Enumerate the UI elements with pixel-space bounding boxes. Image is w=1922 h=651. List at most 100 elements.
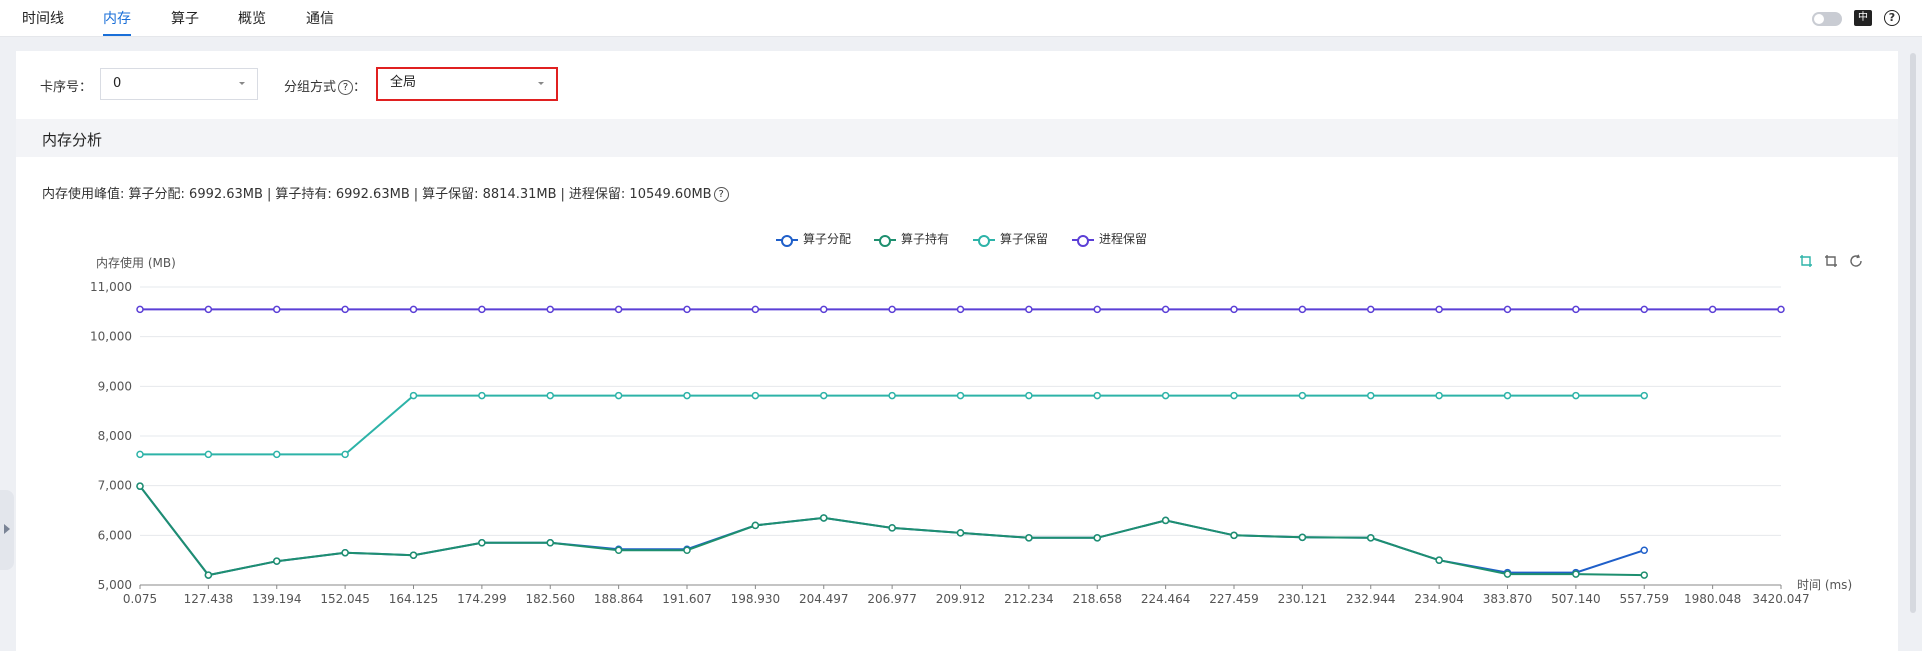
series-point-3 xyxy=(1025,305,1033,314)
x-tick-label: 198.930 xyxy=(731,592,781,606)
x-tick-label: 230.121 xyxy=(1278,592,1328,606)
x-axis-label: 时间 (ms) xyxy=(1797,578,1852,592)
series-point-2 xyxy=(546,391,554,400)
x-tick-label: 218.658 xyxy=(1072,592,1122,606)
series-point-1 xyxy=(1093,534,1101,542)
series-point-2 xyxy=(136,450,144,459)
series-point-3 xyxy=(614,305,623,314)
series-point-3 xyxy=(478,305,486,314)
series-point-3 xyxy=(136,305,144,314)
x-tick-label: 164.125 xyxy=(389,592,439,606)
series-point-3 xyxy=(273,305,281,314)
series-point-3 xyxy=(820,305,828,314)
series-point-3 xyxy=(204,305,213,314)
series-point-3 xyxy=(751,305,760,314)
x-tick-label: 234.904 xyxy=(1414,592,1464,606)
series-line-2 xyxy=(140,394,1645,456)
series-point-3 xyxy=(1230,305,1238,314)
series-point-3 xyxy=(1640,305,1648,314)
side-panel-toggle[interactable] xyxy=(0,490,14,570)
series-point-2 xyxy=(273,450,281,459)
tab-memory[interactable]: 内存 xyxy=(103,8,131,36)
series-point-0 xyxy=(1640,546,1648,554)
y-tick-label: 7,000 xyxy=(98,479,132,493)
series-point-3 xyxy=(341,305,349,314)
series-point-1 xyxy=(956,529,965,537)
series-point-2 xyxy=(1230,391,1238,400)
series-point-1 xyxy=(820,514,828,522)
series-point-3 xyxy=(1503,305,1512,314)
series-point-2 xyxy=(751,391,760,400)
series-point-1 xyxy=(1367,534,1375,542)
x-tick-label: 557.759 xyxy=(1619,592,1669,606)
scrollbar[interactable] xyxy=(1910,53,1916,613)
series-point-3 xyxy=(1777,305,1785,314)
x-tick-label: 174.299 xyxy=(457,592,507,606)
memory-panel: 卡序号： 0 分组方式?： 全局 内存分析 内存使用峰值: 算子分配: 6992… xyxy=(16,51,1898,651)
series-point-1 xyxy=(1298,533,1307,542)
series-point-1 xyxy=(614,546,623,554)
tab-overview[interactable]: 概览 xyxy=(238,8,266,34)
memory-line-chart: 5,000 6,000 7,000 8,000 9,000 10,000 11,000 0.0… xyxy=(90,255,1852,606)
series-point-2 xyxy=(1025,391,1033,400)
y-tick-label: 8,000 xyxy=(98,429,132,443)
x-tick-label: 224.464 xyxy=(1141,592,1191,606)
tab-operator[interactable]: 算子 xyxy=(171,8,199,34)
series-point-3 xyxy=(1093,305,1101,314)
series-point-3 xyxy=(956,305,965,314)
series-point-1 xyxy=(136,482,144,490)
series-point-3 xyxy=(409,305,418,314)
x-tick-label: 507.140 xyxy=(1551,592,1601,606)
series-point-1 xyxy=(888,524,896,532)
series-point-2 xyxy=(956,391,965,400)
y-tick-label: 9,000 xyxy=(98,379,132,393)
y-tick-label: 6,000 xyxy=(98,528,132,542)
series-point-3 xyxy=(683,305,691,314)
series-point-1 xyxy=(1161,516,1170,525)
x-tick-label: 206.977 xyxy=(867,592,917,606)
series-point-3 xyxy=(1572,305,1580,314)
series-point-1 xyxy=(204,571,213,579)
x-tick-label: 127.438 xyxy=(184,592,234,606)
tab-communication[interactable]: 通信 xyxy=(306,8,334,34)
series-point-2 xyxy=(820,391,828,400)
x-tick-label: 227.459 xyxy=(1209,592,1259,606)
series-point-1 xyxy=(1640,571,1648,579)
x-tick-label: 191.607 xyxy=(662,592,712,606)
language-icon[interactable]: 中 xyxy=(1854,10,1872,26)
series-point-1 xyxy=(341,548,349,557)
tab-timeline[interactable]: 时间线 xyxy=(22,8,64,34)
series-point-2 xyxy=(888,391,896,400)
x-tick-label: 152.045 xyxy=(320,592,370,606)
series-point-1 xyxy=(751,521,760,530)
series-point-2 xyxy=(1367,391,1375,400)
series-point-3 xyxy=(1161,305,1170,314)
help-icon[interactable]: ? xyxy=(1884,10,1900,26)
series-point-2 xyxy=(1572,391,1580,400)
series-point-2 xyxy=(1435,391,1443,400)
series-point-1 xyxy=(1435,556,1443,564)
series-point-2 xyxy=(341,450,349,459)
series-point-1 xyxy=(409,551,418,559)
series-point-1 xyxy=(273,557,281,565)
x-tick-label: 383.870 xyxy=(1483,592,1533,606)
series-point-3 xyxy=(1298,305,1307,314)
x-tick-label: 182.560 xyxy=(525,592,575,606)
series-point-2 xyxy=(1298,391,1307,400)
series-point-2 xyxy=(204,450,213,459)
series-point-1 xyxy=(1025,534,1033,542)
series-point-3 xyxy=(1367,305,1375,314)
x-tick-label: 188.864 xyxy=(594,592,644,606)
series-point-1 xyxy=(546,539,554,547)
series-point-2 xyxy=(478,391,486,400)
theme-toggle[interactable] xyxy=(1812,12,1842,26)
series-point-2 xyxy=(1161,391,1170,400)
series-point-1 xyxy=(683,546,691,554)
x-tick-label: 0.075 xyxy=(123,592,157,606)
series-point-3 xyxy=(546,305,554,314)
series-point-1 xyxy=(1572,570,1580,578)
series-point-2 xyxy=(683,391,691,400)
series-point-1 xyxy=(1503,570,1512,578)
series-point-2 xyxy=(1093,391,1101,400)
y-tick-label: 10,000 xyxy=(90,330,132,344)
